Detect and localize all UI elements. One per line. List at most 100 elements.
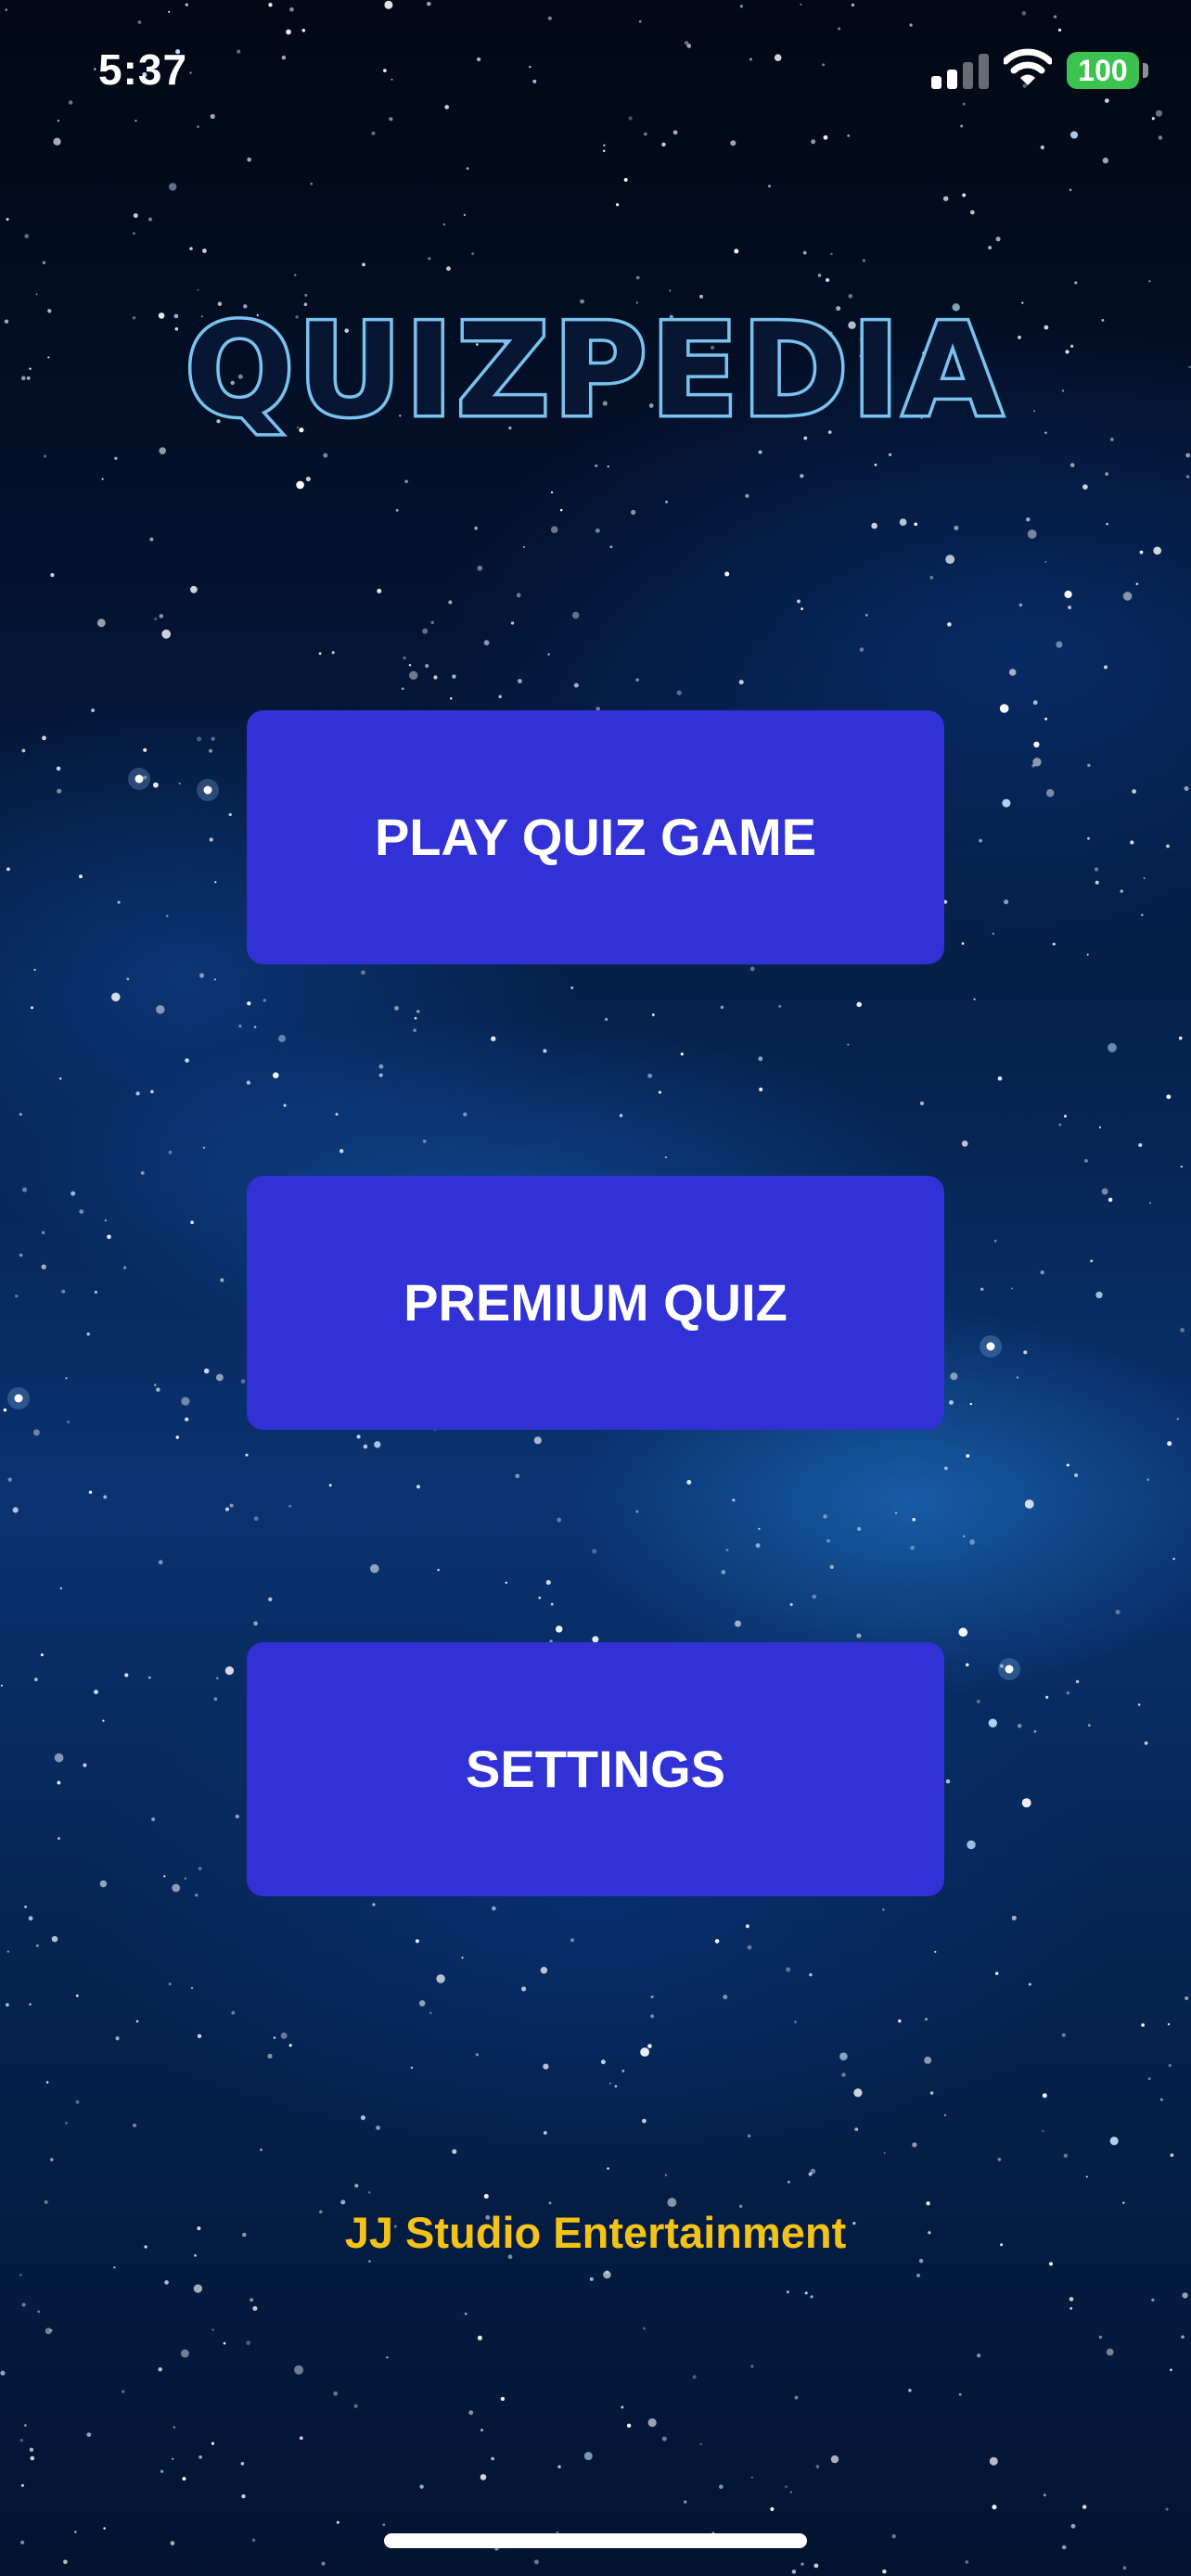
star	[924, 2018, 928, 2021]
star	[238, 1024, 242, 1028]
star	[1040, 1269, 1044, 1275]
star	[960, 124, 964, 128]
play-quiz-game-button[interactable]: PLAY QUIZ GAME	[247, 710, 944, 964]
star	[386, 2356, 389, 2359]
star	[723, 1995, 728, 2000]
star	[305, 477, 311, 482]
star	[721, 1570, 726, 1575]
star	[882, 2569, 887, 2574]
star	[328, 1484, 332, 1487]
star	[40, 1653, 44, 1657]
star	[43, 454, 46, 458]
star	[683, 2500, 687, 2504]
star	[976, 1700, 980, 1703]
star	[603, 144, 606, 147]
star	[1139, 550, 1144, 555]
star	[376, 2125, 381, 2131]
star	[173, 2426, 176, 2429]
star	[604, 1017, 608, 1021]
star	[147, 217, 153, 222]
star	[533, 1436, 542, 1445]
star	[148, 1676, 151, 1679]
star	[102, 1719, 105, 1722]
star	[268, 1597, 273, 1601]
star	[15, 1294, 19, 1298]
star	[214, 881, 217, 884]
settings-button[interactable]: SETTINGS	[247, 1642, 944, 1896]
star	[1181, 2335, 1185, 2339]
star	[823, 134, 828, 140]
star	[758, 1527, 761, 1530]
star	[912, 2142, 917, 2148]
star	[59, 1587, 62, 1589]
star	[492, 1906, 496, 1911]
star	[1185, 475, 1190, 478]
star	[759, 1087, 763, 1092]
star	[389, 117, 393, 121]
star	[42, 261, 46, 264]
star	[229, 1503, 234, 1508]
star	[143, 747, 147, 752]
star	[676, 690, 682, 695]
star	[548, 2201, 552, 2205]
star	[977, 2353, 981, 2358]
star	[361, 970, 365, 976]
star	[969, 1402, 972, 1406]
star	[607, 465, 609, 468]
star	[628, 116, 633, 121]
star	[1122, 592, 1133, 601]
star	[550, 1602, 554, 1606]
star	[477, 2335, 482, 2340]
star	[184, 1877, 187, 1881]
star	[1075, 1679, 1080, 1684]
star	[1016, 1376, 1019, 1379]
star	[1069, 2297, 1074, 2302]
star	[647, 1073, 653, 1078]
star	[414, 1016, 417, 1020]
star	[862, 259, 865, 262]
star	[680, 1052, 684, 1056]
star	[961, 942, 965, 945]
star	[273, 2036, 276, 2039]
star	[483, 640, 490, 645]
star	[159, 614, 164, 618]
star	[190, 1986, 194, 1990]
star	[203, 1368, 210, 1374]
status-time: 5:37	[98, 45, 188, 94]
star	[747, 2134, 751, 2138]
star	[113, 2266, 116, 2269]
star	[44, 2200, 48, 2204]
star	[859, 647, 864, 652]
star	[362, 262, 365, 267]
star	[170, 2541, 175, 2545]
star	[647, 2044, 652, 2048]
star	[1087, 763, 1091, 768]
star	[356, 1435, 361, 1439]
star	[1158, 135, 1163, 140]
star	[1068, 606, 1072, 610]
star	[614, 2085, 618, 2088]
star	[1153, 546, 1162, 555]
star	[378, 1064, 384, 1069]
star	[830, 2455, 839, 2464]
home-indicator[interactable]	[384, 2533, 807, 2548]
star	[246, 2340, 251, 2346]
star	[623, 177, 628, 182]
star	[1102, 157, 1108, 164]
star	[415, 1939, 419, 1944]
star	[1045, 1695, 1049, 1699]
star	[515, 1473, 520, 1479]
star	[910, 1545, 915, 1550]
star	[1069, 131, 1079, 139]
star	[980, 1287, 984, 1292]
star	[107, 1234, 111, 1240]
star	[1098, 2335, 1103, 2340]
star	[197, 288, 199, 291]
star	[745, 1924, 749, 1929]
star	[156, 1004, 165, 1014]
star	[847, 134, 851, 137]
star	[847, 1043, 850, 1046]
star	[1021, 1798, 1031, 1808]
star	[1066, 1463, 1069, 1467]
premium-quiz-button[interactable]: PREMIUM QUIZ	[247, 1176, 944, 1430]
